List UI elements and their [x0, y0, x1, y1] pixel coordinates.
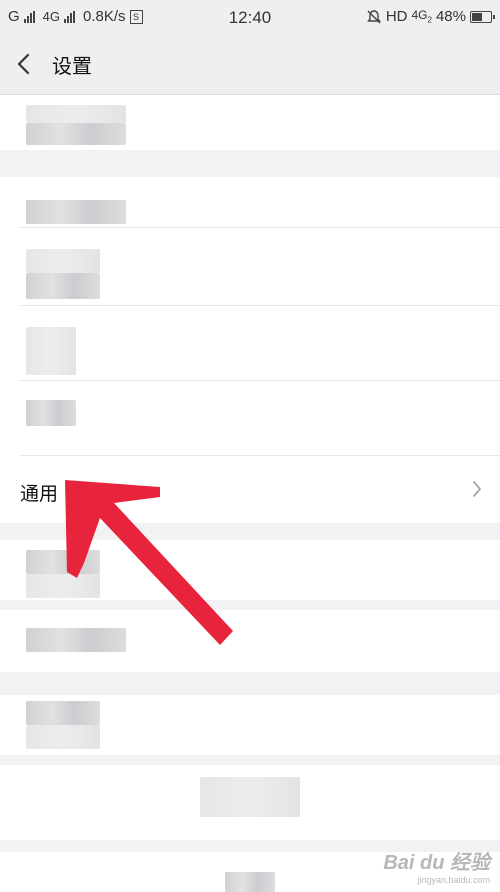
settings-row-4[interactable]: [0, 305, 500, 380]
settings-row-7[interactable]: [0, 540, 500, 600]
blurred-label: [200, 777, 300, 817]
blurred-label: [26, 400, 76, 426]
blurred-label: [26, 273, 100, 299]
settings-row-1[interactable]: [0, 95, 500, 150]
blurred-label: [26, 550, 100, 574]
nav-bar: 设置: [0, 34, 500, 95]
battery-icon: [470, 10, 495, 23]
blurred-label: [26, 123, 126, 145]
settings-row-10[interactable]: [0, 765, 500, 840]
status-bar: G 4G 0.8K/s S 12:40 HD 4G2 48%: [0, 0, 500, 34]
settings-row-3[interactable]: [0, 227, 500, 305]
status-right: HD 4G2 48%: [366, 8, 495, 25]
settings-row-5[interactable]: [0, 380, 500, 455]
blurred-label: [26, 701, 100, 725]
blurred-label: [26, 200, 126, 224]
back-arrow-icon[interactable]: [14, 52, 36, 76]
settings-row-8[interactable]: [0, 610, 500, 672]
blurred-label: [26, 327, 76, 375]
general-label: 通用: [20, 483, 59, 505]
baidu-watermark: Bai du 经验 jingyan.baidu.com: [383, 852, 490, 885]
chevron-right-icon: [473, 481, 481, 497]
blurred-label: [26, 249, 100, 273]
blurred-label: [26, 105, 126, 123]
network-label-right: 4G2: [411, 8, 432, 25]
blurred-label: [225, 872, 275, 892]
blurred-label: [26, 725, 100, 749]
settings-row-general[interactable]: 通用: [0, 455, 500, 523]
battery-percent: 48%: [435, 8, 466, 25]
hd-label: HD: [385, 8, 408, 25]
settings-row-2[interactable]: [0, 177, 500, 227]
settings-row-9[interactable]: [0, 695, 500, 755]
blurred-label: [26, 628, 126, 652]
page-title: 设置: [52, 54, 92, 78]
blurred-label: [26, 574, 100, 598]
alarm-off-icon: [366, 9, 381, 23]
